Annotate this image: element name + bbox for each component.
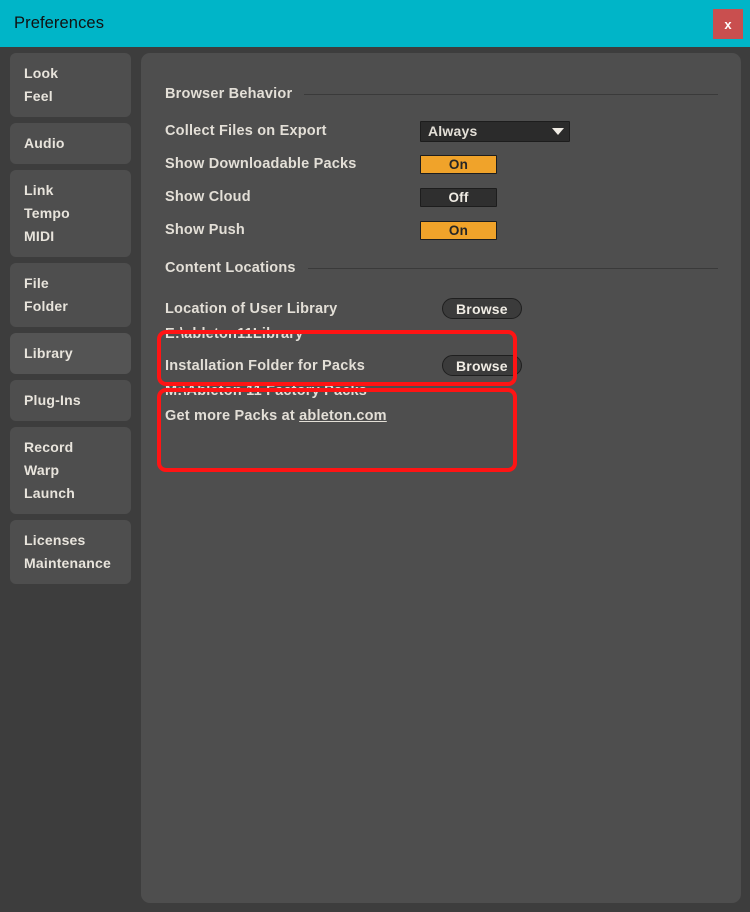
- sidebar-item-label: Link: [24, 179, 131, 202]
- row-label: Show Push: [165, 222, 420, 238]
- sidebar-item-label: Licenses: [24, 529, 131, 552]
- sidebar-item-label: Folder: [24, 295, 131, 318]
- sidebar-item-label: Library: [24, 342, 131, 365]
- show-push-toggle[interactable]: On: [420, 221, 497, 240]
- section-title: Content Locations: [165, 260, 296, 276]
- row-label: Show Cloud: [165, 189, 420, 205]
- titlebar: Preferences x: [0, 0, 750, 47]
- dialog-body: Look Feel Audio Link Tempo MIDI File Fol…: [0, 47, 750, 912]
- sidebar-item-label: MIDI: [24, 225, 131, 248]
- sidebar-item-label: Feel: [24, 85, 131, 108]
- user-library-highlight: [157, 330, 517, 386]
- row-label: Collect Files on Export: [165, 123, 420, 139]
- row-show-push: Show Push On: [165, 218, 718, 242]
- show-downloadable-packs-toggle[interactable]: On: [420, 155, 497, 174]
- sidebar-item-label: Tempo: [24, 202, 131, 225]
- sidebar-item-label: Launch: [24, 482, 131, 505]
- sidebar-item-label: Record: [24, 436, 131, 459]
- dropdown-value: Always: [428, 123, 477, 139]
- sidebar-item-audio[interactable]: Audio: [10, 123, 131, 164]
- sidebar: Look Feel Audio Link Tempo MIDI File Fol…: [10, 53, 131, 590]
- sidebar-item-licenses-maintenance[interactable]: Licenses Maintenance: [10, 520, 131, 584]
- sidebar-item-label: Plug-Ins: [24, 389, 131, 412]
- chevron-down-icon: [552, 128, 564, 135]
- section-title: Browser Behavior: [165, 86, 292, 102]
- sidebar-item-link-tempo-midi[interactable]: Link Tempo MIDI: [10, 170, 131, 257]
- section-header-browser-behavior: Browser Behavior: [165, 86, 718, 102]
- sidebar-item-label: Audio: [24, 132, 131, 155]
- sidebar-item-look-feel[interactable]: Look Feel: [10, 53, 131, 117]
- sidebar-item-record-warp-launch[interactable]: Record Warp Launch: [10, 427, 131, 514]
- packs-folder-highlight: [157, 388, 517, 472]
- close-button[interactable]: x: [713, 9, 743, 39]
- sidebar-item-label: File: [24, 272, 131, 295]
- sidebar-item-plug-ins[interactable]: Plug-Ins: [10, 380, 131, 421]
- collect-files-dropdown[interactable]: Always: [420, 121, 570, 142]
- user-library-header: Location of User Library Browse: [165, 296, 718, 322]
- section-divider: [304, 94, 718, 95]
- window-title: Preferences: [14, 14, 104, 33]
- row-show-downloadable-packs: Show Downloadable Packs On: [165, 152, 718, 176]
- section-divider: [308, 268, 718, 269]
- row-label: Show Downloadable Packs: [165, 156, 420, 172]
- sidebar-item-label: Look: [24, 62, 131, 85]
- sidebar-item-library[interactable]: Library: [10, 333, 131, 374]
- user-library-browse-button[interactable]: Browse: [442, 298, 522, 319]
- show-cloud-toggle[interactable]: Off: [420, 188, 497, 207]
- sidebar-item-label: Maintenance: [24, 552, 131, 575]
- user-library-title: Location of User Library: [165, 301, 337, 317]
- row-show-cloud: Show Cloud Off: [165, 185, 718, 209]
- sidebar-item-file-folder[interactable]: File Folder: [10, 263, 131, 327]
- main-panel: Browser Behavior Collect Files on Export…: [141, 53, 741, 903]
- row-collect-files-on-export: Collect Files on Export Always: [165, 119, 718, 143]
- section-header-content-locations: Content Locations: [165, 260, 718, 276]
- sidebar-item-label: Warp: [24, 459, 131, 482]
